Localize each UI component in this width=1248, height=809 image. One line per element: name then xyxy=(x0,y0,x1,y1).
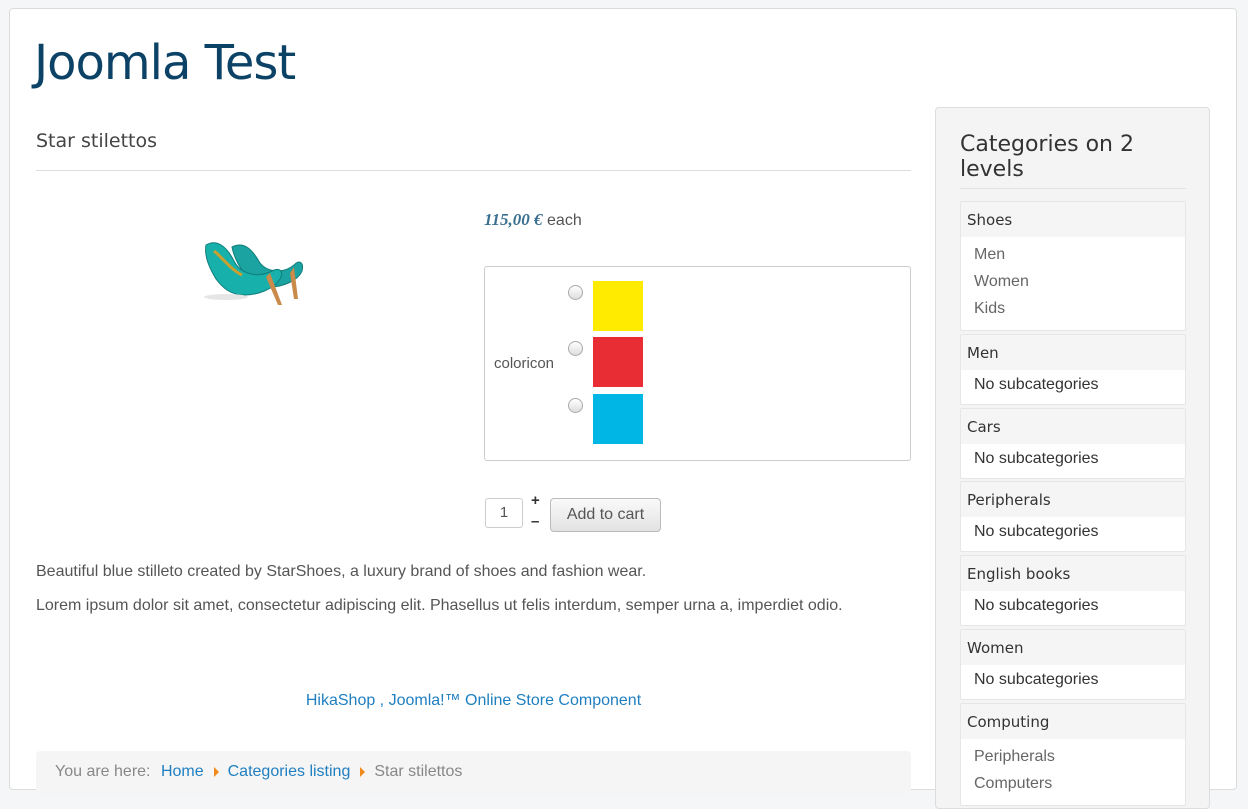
product-description: Beautiful blue stilleto created by StarS… xyxy=(36,563,911,631)
category-cars: Cars No subcategories xyxy=(960,408,1186,479)
option-label: coloricon xyxy=(494,355,555,372)
category-women: Women No subcategories xyxy=(960,629,1186,700)
category-english-books: English books No subcategories xyxy=(960,555,1186,626)
no-subcategories-text: No subcategories xyxy=(974,523,1099,540)
breadcrumb-categories-link[interactable]: Categories listing xyxy=(228,763,351,780)
price-line: 115,00 € each xyxy=(484,210,582,230)
add-to-cart-button[interactable]: Add to cart xyxy=(550,498,661,532)
product-image[interactable] xyxy=(186,225,316,311)
subcategory-link-peripherals[interactable]: Peripherals xyxy=(974,743,1172,770)
breadcrumb-separator-icon xyxy=(213,766,219,777)
characteristic-options: coloricon xyxy=(484,266,911,461)
color-swatch-yellow[interactable] xyxy=(593,281,643,331)
quantity-plus-button[interactable]: + xyxy=(531,492,540,509)
color-swatch-blue[interactable] xyxy=(593,394,643,444)
breadcrumb: You are here: Home Categories listing Star… xyxy=(36,751,911,795)
footer-link[interactable]: HikaShop , Joomla!™ Online Store Compone… xyxy=(306,692,641,709)
breadcrumb-home-link[interactable]: Home xyxy=(161,763,204,780)
category-link-shoes[interactable]: Shoes xyxy=(961,202,1185,237)
category-peripherals: Peripherals No subcategories xyxy=(960,481,1186,552)
category-link-cars[interactable]: Cars xyxy=(961,409,1185,444)
quantity-input[interactable]: 1 xyxy=(485,498,523,528)
quantity-minus-button[interactable]: – xyxy=(531,513,539,530)
subcategory-link-computers[interactable]: Computers xyxy=(974,770,1172,797)
price-unit: each xyxy=(547,212,582,229)
categories-sidebar: Categories on 2 levels Shoes Men Women K… xyxy=(935,107,1210,809)
no-subcategories-text: No subcategories xyxy=(974,376,1099,393)
breadcrumb-current: Star stilettos xyxy=(374,763,463,780)
color-radio-yellow[interactable] xyxy=(568,285,583,300)
no-subcategories-text: No subcategories xyxy=(974,671,1099,688)
category-computing: Computing Peripherals Computers xyxy=(960,703,1186,806)
breadcrumb-separator-icon xyxy=(360,766,366,777)
color-radio-blue[interactable] xyxy=(568,398,583,413)
subcategory-link-kids[interactable]: Kids xyxy=(974,295,1172,322)
color-swatch-red[interactable] xyxy=(593,337,643,387)
category-link-peripherals[interactable]: Peripherals xyxy=(961,482,1185,517)
subcategory-link-women[interactable]: Women xyxy=(974,268,1172,295)
site-title[interactable]: Joomla Test xyxy=(34,35,296,91)
category-link-men[interactable]: Men xyxy=(961,335,1185,370)
no-subcategories-text: No subcategories xyxy=(974,597,1099,614)
sidebar-title: Categories on 2 levels xyxy=(960,132,1186,189)
category-link-computing[interactable]: Computing xyxy=(961,704,1185,739)
product-content: Star stilettos 115,00 € each coloricon 1… xyxy=(36,117,911,795)
stiletto-shoe-image xyxy=(204,242,303,305)
footer: HikaShop , Joomla!™ Online Store Compone… xyxy=(36,692,911,710)
category-link-women[interactable]: Women xyxy=(961,630,1185,665)
breadcrumb-prefix: You are here: xyxy=(55,763,151,780)
product-price: 115,00 € xyxy=(484,210,543,229)
description-paragraph: Beautiful blue stilleto created by StarS… xyxy=(36,563,647,580)
page-container: Joomla Test Star stilettos 115,00 € each… xyxy=(9,8,1237,809)
category-shoes: Shoes Men Women Kids xyxy=(960,201,1186,331)
category-link-english-books[interactable]: English books xyxy=(961,556,1185,591)
no-subcategories-text: No subcategories xyxy=(974,450,1099,467)
subcategory-link-men[interactable]: Men xyxy=(974,241,1172,268)
product-title: Star stilettos xyxy=(36,117,911,171)
description-paragraph: Lorem ipsum dolor sit amet, consectetur … xyxy=(36,597,843,614)
color-radio-red[interactable] xyxy=(568,341,583,356)
category-men: Men No subcategories xyxy=(960,334,1186,405)
